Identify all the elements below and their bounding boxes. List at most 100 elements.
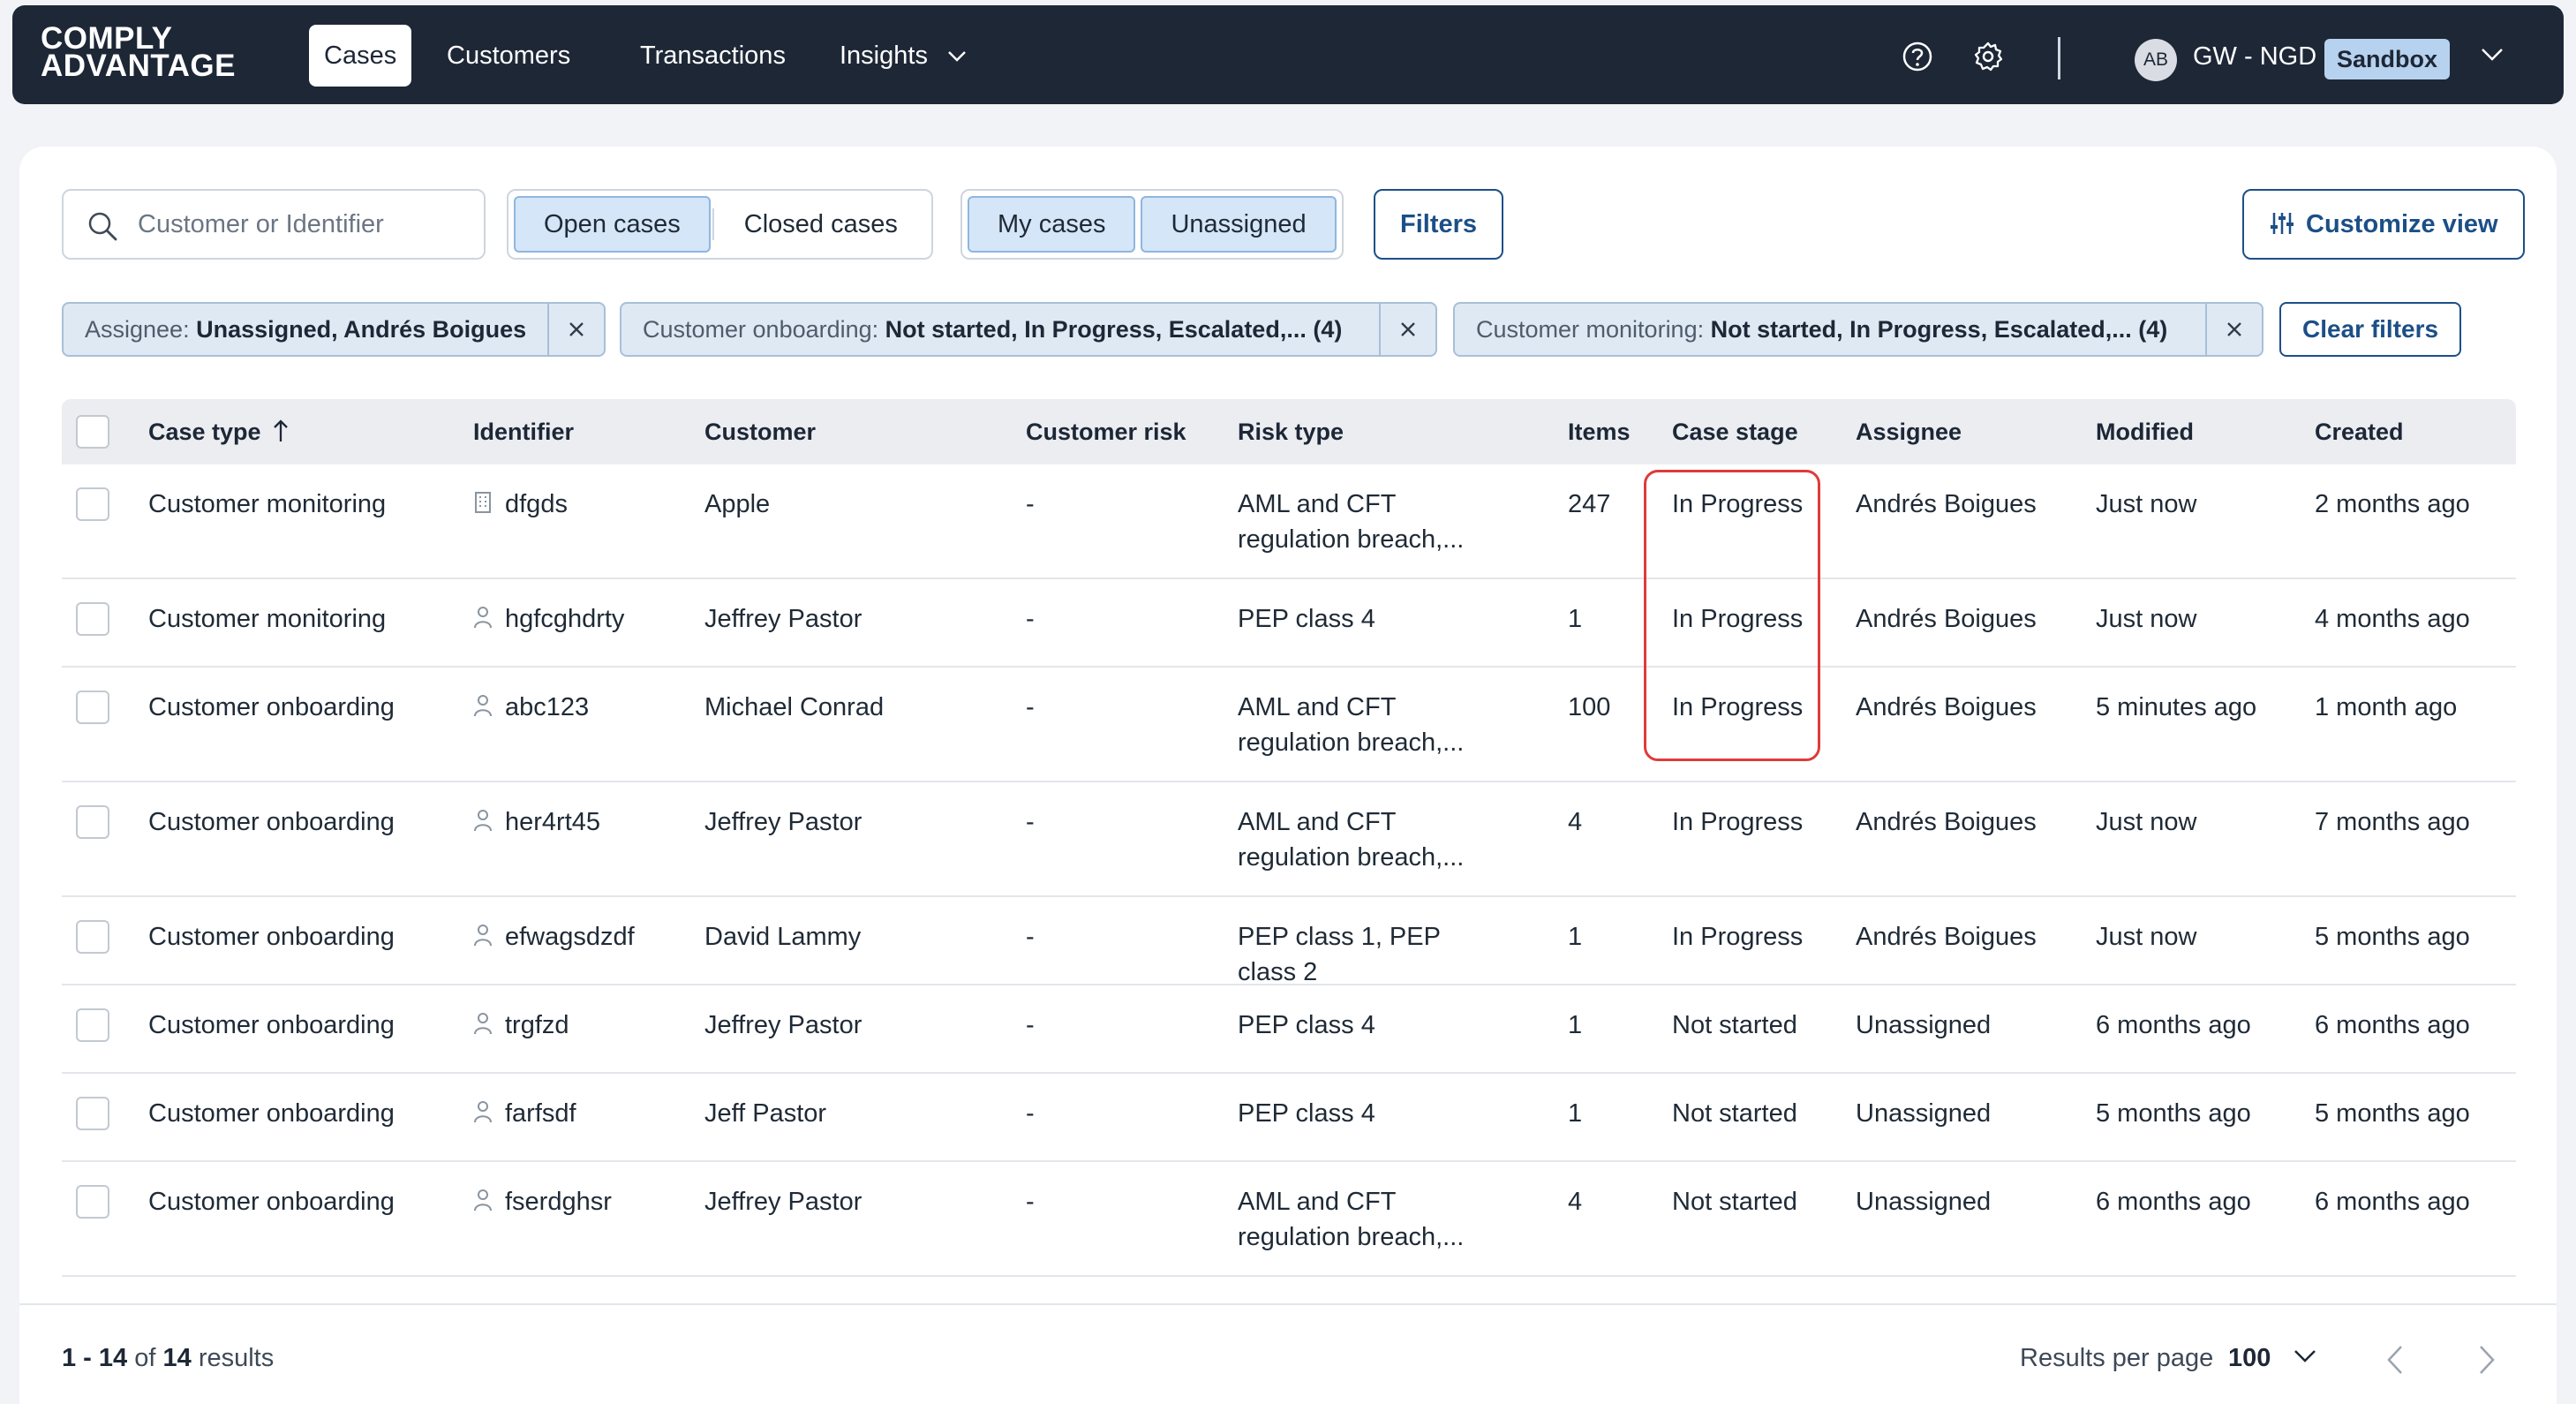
account-name[interactable]: GW - NGD (2193, 42, 2316, 72)
results-per-page-label: Results per page (2020, 1344, 2214, 1372)
table-row[interactable]: Customer onboarding farfsdf Jeff Pastor - PE… (62, 1074, 2516, 1162)
header-risk-type[interactable]: Risk type (1238, 399, 1344, 464)
closed-cases-toggle[interactable]: Closed cases (716, 196, 926, 253)
cell-created: 5 months ago (2315, 1099, 2470, 1128)
header-assignee[interactable]: Assignee (1856, 399, 1962, 464)
nav-insights[interactable]: Insights (825, 25, 982, 87)
table-row[interactable]: Customer onboarding fserdghsr Jeffrey Past… (62, 1162, 2516, 1277)
account-menu-chevron-icon[interactable] (2481, 48, 2504, 62)
customize-view-button[interactable]: Customize view (2242, 189, 2525, 260)
previous-page-chevron-left-icon[interactable] (2385, 1344, 2405, 1376)
cell-modified: 6 months ago (2096, 1011, 2251, 1039)
results-range: 1 - 14 (62, 1344, 128, 1372)
cell-case-stage: In Progress (1672, 808, 1804, 836)
cell-modified: 5 months ago (2096, 1099, 2251, 1128)
header-modified[interactable]: Modified (2096, 399, 2194, 464)
nav-cases[interactable]: Cases (309, 25, 412, 87)
cell-customer-risk: - (1026, 1099, 1035, 1128)
table-row[interactable]: Customer monitoring hgfcghdrty Jeffrey Pas… (62, 579, 2516, 668)
table-row[interactable]: Customer monitoring dfgds Apple - AML and CF… (62, 464, 2516, 579)
row-checkbox[interactable] (76, 691, 109, 724)
results-total: 14 (162, 1344, 192, 1372)
header-customer-risk[interactable]: Customer risk (1026, 399, 1186, 464)
cell-risk-type: AML and CFT regulation breach,... (1238, 693, 1465, 757)
cell-customer: Michael Conrad (704, 693, 885, 721)
cell-items: 4 (1568, 1188, 1583, 1216)
header-identifier[interactable]: Identifier (473, 399, 574, 464)
table-row[interactable]: Customer onboarding trgfzd Jeffrey Pastor -… (62, 985, 2516, 1074)
header-customer[interactable]: Customer (704, 399, 816, 464)
header-items[interactable]: Items (1568, 399, 1631, 464)
identifier-text[interactable]: her4rt45 (505, 808, 600, 836)
cell-customer: David Lammy (704, 923, 862, 951)
row-checkbox[interactable] (76, 1097, 109, 1130)
table-row[interactable]: Customer onboarding her4rt45 Jeffrey Pasto… (62, 782, 2516, 897)
settings-gear-icon[interactable] (1972, 41, 2004, 72)
table-row[interactable]: Customer onboarding efwagsdzdf David Lammy… (62, 897, 2516, 986)
chip-label: Customer onboarding: (643, 316, 879, 343)
header-created[interactable]: Created (2315, 399, 2404, 464)
cell-items: 1 (1568, 1011, 1583, 1039)
row-checkbox[interactable] (76, 805, 109, 839)
cell-created: 7 months ago (2315, 808, 2470, 836)
identifier-text[interactable]: trgfzd (505, 1011, 569, 1039)
header-case-type[interactable]: Case type (148, 399, 289, 464)
remove-chip-close-icon[interactable] (1379, 304, 1435, 355)
cell-customer-risk: - (1026, 490, 1035, 518)
cell-case-type: Customer onboarding (148, 1099, 395, 1128)
cell-assignee: Andrés Boigues (1856, 693, 2037, 721)
nav-customers[interactable]: Customers (432, 25, 585, 87)
cell-assignee: Andrés Boigues (1856, 605, 2037, 633)
table-row[interactable]: Customer onboarding abc123 Michael Conrad -… (62, 668, 2516, 782)
cell-customer: Apple (704, 490, 771, 518)
row-checkbox[interactable] (76, 920, 109, 954)
unassigned-toggle[interactable]: Unassigned (1141, 196, 1337, 253)
cell-case-stage: Not started (1672, 1188, 1797, 1216)
chip-value: Not started, In Progress, Escalated,... … (1710, 316, 2168, 343)
cell-customer-risk: - (1026, 693, 1035, 721)
person-icon (474, 810, 492, 832)
remove-chip-close-icon[interactable] (547, 304, 604, 355)
open-cases-toggle[interactable]: Open cases (514, 196, 711, 253)
identifier-text[interactable]: hgfcghdrty (505, 605, 624, 633)
identifier-text[interactable]: fserdghsr (505, 1188, 612, 1216)
cell-case-type: Customer onboarding (148, 693, 395, 721)
brand-logo[interactable]: COMPLY ADVANTAGE (41, 23, 236, 81)
cell-assignee: Andrés Boigues (1856, 923, 2037, 951)
nav-transactions[interactable]: Transactions (625, 25, 801, 87)
table-header: Case type Identifier Customer Customer r… (62, 399, 2516, 464)
header-case-stage[interactable]: Case stage (1672, 399, 1798, 464)
clear-filters-button[interactable]: Clear filters (2279, 302, 2462, 357)
search-input[interactable] (138, 207, 473, 242)
row-checkbox[interactable] (76, 1185, 109, 1219)
row-checkbox[interactable] (76, 487, 109, 521)
cell-items: 1 (1568, 923, 1583, 951)
remove-chip-close-icon[interactable] (2205, 304, 2262, 355)
nav-insights-label: Insights (840, 42, 928, 70)
cell-identifier: fserdghsr (473, 1184, 612, 1219)
filters-button[interactable]: Filters (1374, 189, 1504, 260)
row-checkbox[interactable] (76, 1008, 109, 1042)
identifier-text[interactable]: efwagsdzdf (505, 923, 635, 951)
cell-risk-type: PEP class 4 (1238, 1011, 1375, 1039)
my-cases-toggle[interactable]: My cases (968, 196, 1136, 253)
pagination-footer: 1 - 14 of 14 results Results per page 10… (19, 1303, 2557, 1404)
sliders-icon (2271, 213, 2294, 235)
search-box[interactable] (62, 189, 486, 260)
row-checkbox[interactable] (76, 602, 109, 636)
help-icon[interactable] (1902, 41, 1933, 72)
identifier-text[interactable]: farfsdf (505, 1099, 576, 1128)
identifier-text[interactable]: abc123 (505, 693, 589, 721)
results-per-page-chevron-down-icon[interactable] (2294, 1349, 2316, 1363)
select-all-checkbox[interactable] (76, 415, 109, 449)
case-stage-highlight-box (1644, 470, 1820, 761)
cell-customer: Jeffrey Pastor (704, 1011, 862, 1039)
results-per-page-select[interactable]: 100 (2228, 1344, 2271, 1373)
cell-identifier: hgfcghdrty (473, 601, 624, 637)
identifier-text[interactable]: dfgds (505, 490, 568, 518)
avatar[interactable]: AB (2135, 39, 2177, 81)
search-icon (88, 212, 117, 241)
next-page-chevron-right-icon[interactable] (2477, 1344, 2497, 1376)
cell-customer-risk: - (1026, 1188, 1035, 1216)
cell-customer: Jeffrey Pastor (704, 808, 862, 836)
